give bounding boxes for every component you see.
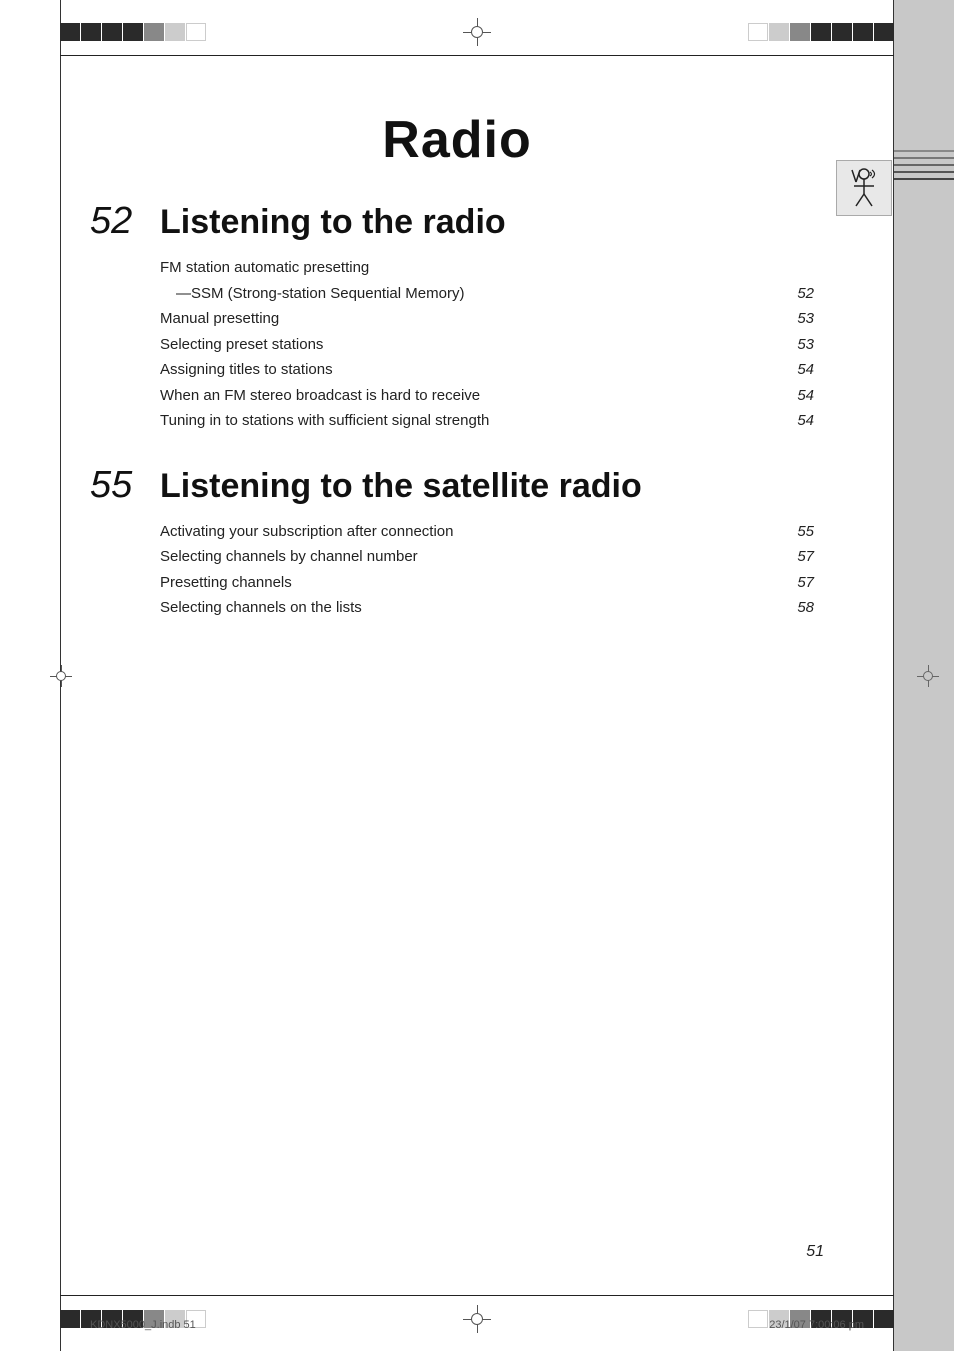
footer-left: KDNX5000_J.indb 51 xyxy=(90,1319,196,1331)
section-2-heading: 55 Listening to the satellite radio xyxy=(90,464,824,507)
toc-entry-channels-lists: Selecting channels on the lists 58 xyxy=(160,595,824,621)
toc-entry-tuning-page: 54 xyxy=(789,408,814,434)
toc-entry-channels-lists-text: Selecting channels on the lists xyxy=(160,595,789,621)
toc-entry-tuning: Tuning in to stations with sufficient si… xyxy=(160,408,824,434)
sidebar-icon-box xyxy=(836,160,892,216)
toc-entry-assigning-text: Assigning titles to stations xyxy=(160,357,789,383)
toc-entry-activating-page: 55 xyxy=(789,519,814,545)
section-1-title: Listening to the radio xyxy=(160,203,506,242)
toc-entry-presetting: Presetting channels 57 xyxy=(160,570,824,596)
right-marks-group xyxy=(748,23,894,41)
toc-entry-selecting: Selecting preset stations 53 xyxy=(160,332,824,358)
toc-entry-fm-station-text: FM station automatic presetting xyxy=(160,255,789,281)
footer-right: 23/1/07 7:00:06 pm xyxy=(769,1319,864,1331)
toc-entry-manual-text: Manual presetting xyxy=(160,306,789,332)
section-1-heading: 52 Listening to the radio xyxy=(90,200,824,243)
toc-entry-selecting-page: 53 xyxy=(789,332,814,358)
page-number: 51 xyxy=(806,1243,824,1261)
toc-entry-selecting-text: Selecting preset stations xyxy=(160,332,789,358)
toc-entry-ssm-page: 52 xyxy=(789,281,814,307)
toc-entry-presetting-page: 57 xyxy=(789,570,814,596)
toc-entry-ssm: —SSM (Strong-station Sequential Memory) … xyxy=(160,281,824,307)
page-title: Radio xyxy=(90,110,824,170)
left-marks-group xyxy=(60,23,206,41)
toc-entry-presetting-text: Presetting channels xyxy=(160,570,789,596)
toc-entry-assigning-page: 54 xyxy=(789,357,814,383)
top-rule-line xyxy=(60,55,894,56)
toc-entry-ssm-text: —SSM (Strong-station Sequential Memory) xyxy=(160,281,789,307)
toc-entry-channels-number-page: 57 xyxy=(789,544,814,570)
toc-entry-assigning: Assigning titles to stations 54 xyxy=(160,357,824,383)
toc-entry-channels-number-text: Selecting channels by channel number xyxy=(160,544,789,570)
toc-entry-channels-lists-page: 58 xyxy=(789,595,814,621)
section-2-title: Listening to the satellite radio xyxy=(160,467,642,506)
section-2-number: 55 xyxy=(90,464,140,507)
toc-entry-fm-station: FM station automatic presetting xyxy=(160,255,824,281)
toc-entry-manual: Manual presetting 53 xyxy=(160,306,824,332)
toc-entry-fm-stereo: When an FM stereo broadcast is hard to r… xyxy=(160,383,824,409)
bottom-center-crosshair xyxy=(463,1305,491,1333)
toc-entry-activating: Activating your subscription after conne… xyxy=(160,519,824,545)
section-1-toc: FM station automatic presetting —SSM (St… xyxy=(160,255,824,434)
toc-entry-tuning-text: Tuning in to stations with sufficient si… xyxy=(160,408,789,434)
bottom-rule-line xyxy=(60,1295,894,1296)
section-1-number: 52 xyxy=(90,200,140,243)
toc-entry-fm-stereo-text: When an FM stereo broadcast is hard to r… xyxy=(160,383,789,409)
top-center-crosshair xyxy=(463,18,491,46)
sidebar-lines xyxy=(894,150,954,185)
toc-entry-manual-page: 53 xyxy=(789,306,814,332)
page-container: Radio 52 Listening to the radio FM stati… xyxy=(0,0,954,1351)
left-mid-crosshair xyxy=(50,665,72,687)
toc-entry-activating-text: Activating your subscription after conne… xyxy=(160,519,789,545)
section-2-toc: Activating your subscription after conne… xyxy=(160,519,824,621)
right-mid-crosshair xyxy=(917,665,939,687)
main-content: Radio 52 Listening to the radio FM stati… xyxy=(90,80,824,1271)
top-reg-marks xyxy=(60,18,894,46)
sidebar-radio-icon xyxy=(846,164,882,212)
toc-entry-fm-stereo-page: 54 xyxy=(789,383,814,409)
toc-entry-channels-number: Selecting channels by channel number 57 xyxy=(160,544,824,570)
